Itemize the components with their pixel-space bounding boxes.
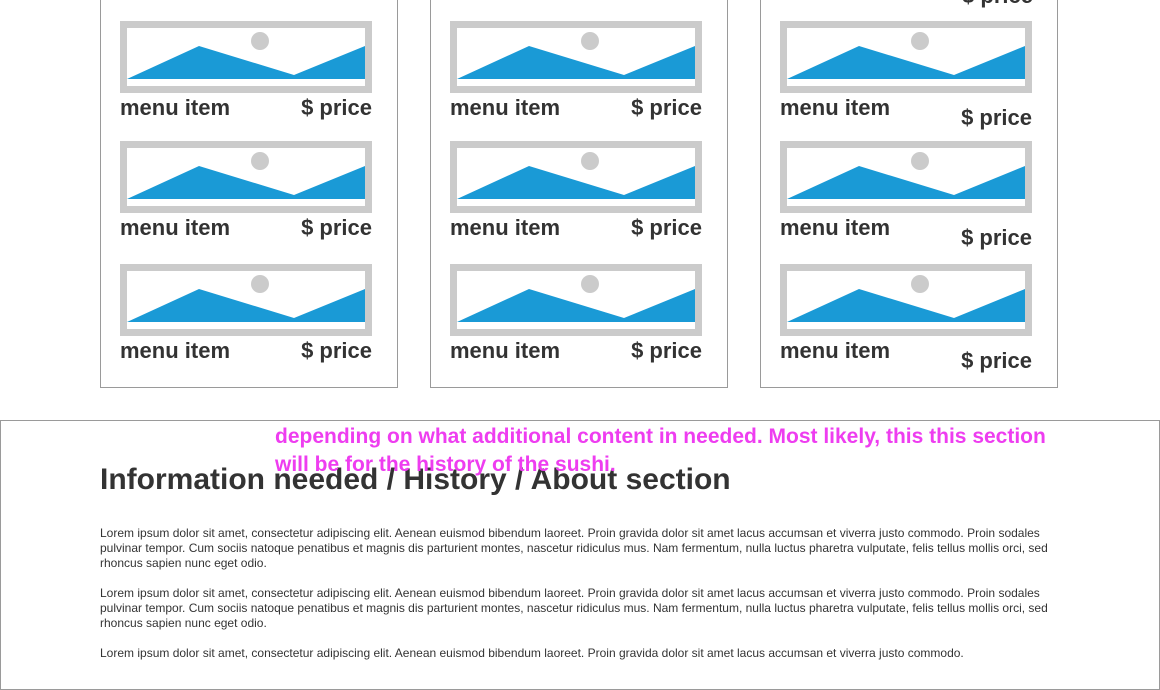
menu-item-name: menu item <box>450 215 561 240</box>
menu-item-name: menu item <box>120 215 231 240</box>
info-section: Information needed / History / About sec… <box>0 420 1160 690</box>
paragraph: Lorem ipsum dolor sit amet, consectetur … <box>100 646 964 660</box>
menu-item-name: menu item <box>120 338 231 363</box>
paragraph: Lorem ipsum dolor sit amet, consectetur … <box>100 586 1048 630</box>
menu-card[interactable]: menu item $ price <box>780 141 1032 251</box>
menu-item-price: $ price <box>961 225 1032 250</box>
menu-card[interactable]: menu item $ price <box>780 21 1032 131</box>
menu-item-name: menu item <box>450 95 561 120</box>
image-placeholder-icon <box>780 141 1032 213</box>
image-placeholder-icon <box>120 21 372 93</box>
menu-card[interactable]: menu item $ price <box>450 21 702 131</box>
page: menu item $ price menu item $ price menu… <box>0 0 1160 690</box>
menu-card[interactable]: menu item $ price <box>780 264 1032 374</box>
menu-column-3: $ price menu item $ price menu item $ pr… <box>760 0 1058 388</box>
menu-card[interactable]: menu item $ price <box>120 141 372 251</box>
menu-item-price: $ price <box>961 348 1032 373</box>
image-placeholder-icon <box>450 141 702 213</box>
menu-item-name: menu item <box>780 95 891 120</box>
menu-card[interactable]: menu item $ price <box>120 21 372 131</box>
menu-item-price: $ price <box>631 95 702 120</box>
menu-item-name: menu item <box>780 338 891 363</box>
menu-card[interactable]: menu item $ price <box>120 264 372 374</box>
paragraph: Lorem ipsum dolor sit amet, consectetur … <box>100 526 1048 570</box>
image-placeholder-icon <box>780 264 1032 336</box>
menu-item-price: $ price <box>631 338 702 363</box>
menu-item-name: menu item <box>780 215 891 240</box>
menu-column-2: menu item $ price menu item $ price menu… <box>430 0 728 388</box>
image-placeholder-icon <box>120 264 372 336</box>
menu-item-name: menu item <box>120 95 231 120</box>
menu-item-name: menu item <box>450 338 561 363</box>
menu-column-1: menu item $ price menu item $ price menu… <box>100 0 398 388</box>
image-placeholder-icon <box>780 21 1032 93</box>
menu-item-price: $ price <box>301 95 372 120</box>
image-placeholder-icon <box>120 141 372 213</box>
menu-item-price: $ price <box>301 215 372 240</box>
menu-card[interactable]: menu item $ price <box>450 264 702 374</box>
image-placeholder-icon <box>450 264 702 336</box>
menu-item-price: $ price <box>962 0 1033 9</box>
menu-card[interactable]: menu item $ price <box>450 141 702 251</box>
annotation-note: depending on what additional content in … <box>275 425 1046 476</box>
menu-item-price: $ price <box>961 105 1032 130</box>
menu-item-price: $ price <box>301 338 372 363</box>
menu-item-price: $ price <box>631 215 702 240</box>
image-placeholder-icon <box>450 21 702 93</box>
